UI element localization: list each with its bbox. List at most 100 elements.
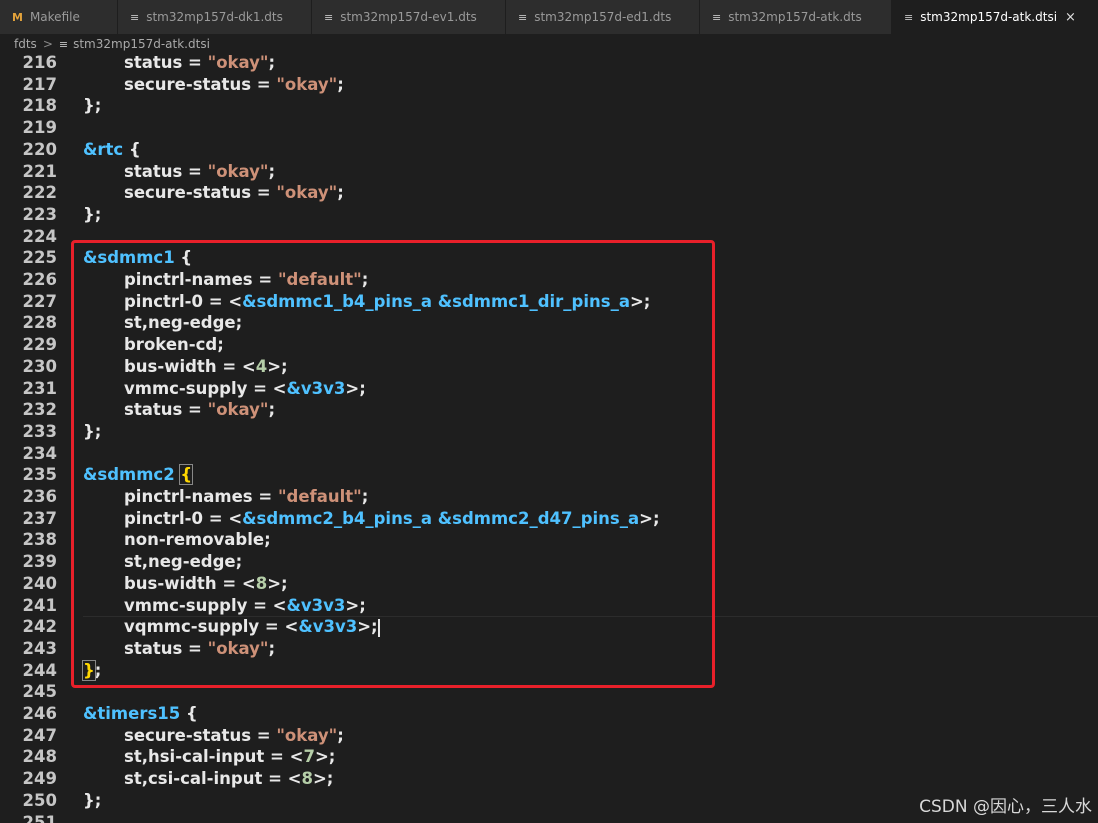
code-line[interactable]: 220 &rtc { (0, 139, 1098, 161)
code-text: st,hsi-cal-input = <7>; (83, 746, 335, 768)
code-text: status = "okay"; (83, 161, 275, 183)
line-number: 221 (22, 161, 57, 181)
code-line[interactable]: 216 status = "okay"; (0, 52, 1098, 74)
close-icon[interactable]: × (1065, 10, 1076, 25)
code-token: 8 (301, 769, 313, 789)
tab-4[interactable]: ≡ stm32mp157d-atk.dts (700, 0, 892, 34)
code-token: }; (83, 790, 102, 810)
file-lines-icon: ≡ (324, 10, 334, 24)
code-token: ; (268, 161, 276, 181)
code-token: secure-status = (124, 183, 277, 203)
line-number: 246 (22, 704, 57, 723)
code-text: secure-status = "okay"; (83, 74, 344, 96)
line-number: 223 (22, 204, 57, 224)
line-number: 234 (22, 443, 57, 463)
line-number: 231 (22, 378, 57, 398)
code-token: "okay" (276, 74, 338, 94)
line-number: 247 (22, 725, 57, 745)
line-number: 237 (22, 508, 57, 528)
code-line[interactable]: 222 secure-status = "okay"; (0, 182, 1098, 204)
tab-label: stm32mp157d-atk.dts (728, 10, 862, 24)
line-number: 242 (22, 617, 57, 637)
code-text: }; (83, 790, 101, 812)
line-number: 218 (22, 96, 57, 116)
code-line[interactable]: 246 &timers15 { (0, 703, 1098, 725)
breadcrumb: fdts > ≡ stm32mp157d-atk.dtsi (0, 34, 1098, 54)
code-text: }; (83, 204, 101, 226)
line-number: 222 (22, 183, 57, 203)
file-lines-icon: ≡ (904, 10, 914, 24)
file-lines-icon: ≡ (518, 10, 528, 24)
code-text: secure-status = "okay"; (83, 182, 344, 204)
code-token: st,csi-cal-input = < (124, 769, 302, 789)
code-line[interactable]: 221 status = "okay"; (0, 161, 1098, 183)
line-number: 220 (22, 139, 57, 159)
watermark: CSDN @因心，三人水 (919, 797, 1092, 817)
code-line[interactable]: 217 secure-status = "okay"; (0, 74, 1098, 96)
file-lines-icon: ≡ (712, 10, 722, 24)
code-token: }; (83, 96, 102, 116)
code-line[interactable]: 247 secure-status = "okay"; (0, 725, 1098, 747)
line-number: 233 (22, 421, 57, 441)
tab-5[interactable]: ≡ stm32mp157d-atk.dtsi × (892, 0, 1098, 34)
code-token: status = (124, 161, 208, 181)
code-token: &rtc (83, 139, 124, 159)
code-token: "okay" (276, 725, 338, 745)
line-number: 226 (22, 270, 57, 289)
code-token: ; (337, 74, 344, 94)
code-line[interactable]: 248 st,hsi-cal-input = <7>; (0, 746, 1098, 768)
line-number: 232 (22, 400, 57, 420)
tab-bar: M Makefile ≡ stm32mp157d-dk1.dts ≡ stm32mp157… (0, 0, 1098, 34)
tab-1[interactable]: ≡ stm32mp157d-dk1.dts (118, 0, 312, 34)
line-number: 236 (22, 487, 57, 506)
line-number: 240 (22, 573, 57, 593)
code-token: 7 (303, 747, 315, 767)
line-number: 248 (22, 747, 57, 767)
line-number: 230 (22, 356, 57, 376)
file-lines-icon: ≡ (130, 10, 140, 24)
code-token: { (180, 704, 198, 723)
line-number: 243 (22, 638, 57, 658)
code-text: st,csi-cal-input = <8>; (83, 768, 333, 790)
code-token: secure-status = (124, 74, 277, 94)
code-token: >; (314, 747, 336, 767)
code-token: "okay" (207, 53, 269, 72)
code-token: "okay" (207, 161, 269, 181)
code-line[interactable]: 223}; (0, 204, 1098, 226)
tab-label: stm32mp157d-ev1.dts (340, 10, 477, 24)
line-number: 227 (22, 291, 57, 311)
line-number: 238 (22, 530, 57, 550)
code-line[interactable]: 219 (0, 117, 1098, 139)
tab-label: stm32mp157d-dk1.dts (146, 10, 283, 24)
breadcrumb-folder[interactable]: fdts (14, 37, 37, 51)
line-number: 219 (22, 118, 57, 138)
line-number: 225 (22, 248, 57, 268)
code-line[interactable]: 249 st,csi-cal-input = <8>; (0, 768, 1098, 790)
code-token: { (123, 139, 141, 159)
makefile-icon: M (12, 10, 23, 24)
code-line[interactable]: 218}; (0, 95, 1098, 117)
line-number: 245 (22, 682, 57, 702)
line-number: 235 (22, 465, 57, 485)
code-token: secure-status = (124, 725, 277, 745)
line-number: 224 (22, 226, 57, 246)
code-token: "okay" (276, 183, 338, 203)
breadcrumb-file[interactable]: stm32mp157d-atk.dtsi (73, 37, 210, 51)
code-text: secure-status = "okay"; (83, 725, 344, 747)
line-number: 229 (22, 335, 57, 355)
line-number: 250 (22, 790, 57, 810)
line-number: 216 (22, 53, 57, 72)
breadcrumb-separator: > (42, 37, 53, 51)
code-token: >; (312, 769, 334, 789)
code-token: ; (268, 53, 276, 72)
code-text: &rtc { (83, 139, 141, 161)
code-text: status = "okay"; (83, 52, 275, 74)
tab-2[interactable]: ≡ stm32mp157d-ev1.dts (312, 0, 506, 34)
tab-0[interactable]: M Makefile (0, 0, 118, 34)
tab-label: stm32mp157d-atk.dtsi (920, 10, 1058, 24)
line-number: 249 (22, 769, 57, 789)
code-token: status = (124, 53, 208, 72)
line-number: 239 (22, 552, 57, 572)
tab-3[interactable]: ≡ stm32mp157d-ed1.dts (506, 0, 700, 34)
code-token: ; (337, 183, 344, 203)
